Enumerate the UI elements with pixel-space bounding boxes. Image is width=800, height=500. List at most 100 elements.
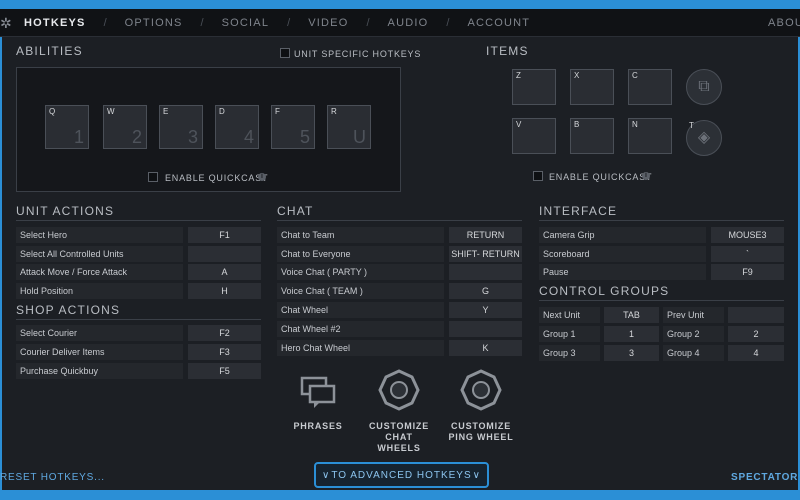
ability-slot-d[interactable]: D 4 bbox=[215, 105, 259, 149]
hotkey-label: Select Courier bbox=[16, 325, 183, 341]
section-divider bbox=[16, 319, 261, 320]
nav-separator: / bbox=[103, 17, 107, 29]
hotkey-binding[interactable] bbox=[728, 307, 784, 323]
reset-hotkeys-link[interactable]: RESET HOTKEYS... bbox=[0, 472, 105, 483]
customize-ping-wheel-button[interactable]: CUSTOMIZE PING WHEEL bbox=[446, 368, 516, 443]
hotkey-binding[interactable]: G bbox=[449, 283, 522, 299]
hotkey-label: Courier Deliver Items bbox=[16, 344, 183, 360]
spectator-link[interactable]: SPECTATOR X bbox=[731, 472, 800, 483]
scroll-icon: ⧉ bbox=[698, 78, 710, 95]
ability-slot-q[interactable]: Q 1 bbox=[45, 105, 89, 149]
hotkey-label: Group 4 bbox=[663, 345, 724, 361]
item-slot-x[interactable]: X bbox=[570, 69, 614, 105]
chevron-down-icon: ∨ bbox=[322, 469, 331, 481]
section-divider bbox=[539, 220, 784, 221]
hotkey-binding[interactable]: F1 bbox=[188, 227, 261, 243]
hotkey-label: Group 1 bbox=[539, 326, 600, 342]
control-group-row: Group 3 3 Group 4 4 bbox=[539, 345, 784, 361]
nav-separator: / bbox=[366, 17, 370, 29]
hotkey-binding[interactable]: 1 bbox=[604, 326, 659, 342]
hotkey-binding[interactable]: F3 bbox=[188, 344, 261, 360]
neutral-item-slot[interactable]: T ◈ bbox=[686, 120, 722, 156]
hotkey-label: Select Hero bbox=[16, 227, 183, 243]
hotkey-label: Select All Controlled Units bbox=[16, 246, 183, 262]
hotkey-row: Chat Wheel #2 bbox=[277, 321, 522, 337]
hotkey-binding[interactable]: 4 bbox=[728, 345, 784, 361]
hotkey-row: Courier Deliver Items F3 bbox=[16, 344, 261, 360]
hotkey-label: Chat Wheel #2 bbox=[277, 321, 444, 337]
hotkey-row: Select Hero F1 bbox=[16, 227, 261, 243]
hotkey-binding[interactable]: RETURN bbox=[449, 227, 522, 243]
ability-slot-f[interactable]: F 5 bbox=[271, 105, 315, 149]
hotkey-row: Hold Position H bbox=[16, 283, 261, 299]
hotkey-row: Chat Wheel Y bbox=[277, 302, 522, 318]
interface-title: INTERFACE bbox=[539, 204, 618, 218]
hotkey-binding[interactable]: F9 bbox=[711, 264, 784, 280]
hotkey-binding[interactable]: Y bbox=[449, 302, 522, 318]
to-advanced-hotkeys-button[interactable]: ∨ TO ADVANCED HOTKEYS ∨ bbox=[314, 462, 489, 488]
hotkey-binding[interactable]: A bbox=[188, 264, 261, 280]
tab-social[interactable]: SOCIAL bbox=[222, 17, 270, 29]
hotkey-binding[interactable] bbox=[449, 321, 522, 337]
hotkey-binding[interactable]: TAB bbox=[604, 307, 659, 323]
ability-slot-r[interactable]: R U bbox=[327, 105, 371, 149]
ability-slot-e[interactable]: E 3 bbox=[159, 105, 203, 149]
ability-slot-w[interactable]: W 2 bbox=[103, 105, 147, 149]
hotkey-binding[interactable]: SHIFT- RETURN bbox=[449, 246, 522, 262]
hotkey-binding[interactable]: ` bbox=[711, 246, 784, 262]
item-slot-b[interactable]: B bbox=[570, 118, 614, 154]
neutral-item-key: T bbox=[689, 121, 694, 130]
items-quickcast-checkbox[interactable] bbox=[533, 171, 543, 181]
tab-options[interactable]: OPTIONS bbox=[125, 17, 183, 29]
abilities-quickcast-checkbox[interactable] bbox=[148, 172, 158, 182]
hotkey-binding[interactable]: K bbox=[449, 340, 522, 356]
tp-scroll-slot[interactable]: ⧉ bbox=[686, 69, 722, 105]
hotkey-binding[interactable]: H bbox=[188, 283, 261, 299]
hotkey-binding[interactable]: F5 bbox=[188, 363, 261, 379]
hotkey-row: Hero Chat Wheel K bbox=[277, 340, 522, 356]
chat-wheel-icon bbox=[378, 369, 420, 411]
item-slot-c[interactable]: C bbox=[628, 69, 672, 105]
hotkey-binding[interactable] bbox=[449, 264, 522, 280]
tab-account[interactable]: ACCOUNT bbox=[467, 17, 530, 29]
hotkey-row: Chat to Team RETURN bbox=[277, 227, 522, 243]
unit-specific-hotkeys-checkbox[interactable] bbox=[280, 48, 290, 58]
info-icon[interactable]: i bbox=[258, 173, 266, 181]
info-icon[interactable]: i bbox=[642, 172, 650, 180]
tab-hotkeys[interactable]: HOTKEYS bbox=[24, 17, 86, 29]
hotkey-binding[interactable]: 3 bbox=[604, 345, 659, 361]
customize-chat-wheels-button[interactable]: CUSTOMIZE CHAT WHEELS bbox=[364, 368, 434, 454]
hotkey-label: Pause bbox=[539, 264, 706, 280]
item-slot-n[interactable]: N bbox=[628, 118, 672, 154]
hotkey-label: Voice Chat ( PARTY ) bbox=[277, 264, 444, 280]
tab-video[interactable]: VIDEO bbox=[308, 17, 348, 29]
control-group-row: Group 1 1 Group 2 2 bbox=[539, 326, 784, 342]
window-frame-top bbox=[0, 0, 800, 9]
item-slot-key: B bbox=[574, 120, 580, 129]
ability-slot-number: 3 bbox=[187, 127, 198, 147]
window-frame-bottom bbox=[0, 490, 800, 500]
item-slot-z[interactable]: Z bbox=[512, 69, 556, 105]
hotkey-binding[interactable]: 2 bbox=[728, 326, 784, 342]
section-divider bbox=[277, 220, 522, 221]
hotkey-row: Select Courier F2 bbox=[16, 325, 261, 341]
hotkey-row: Chat to Everyone SHIFT- RETURN bbox=[277, 246, 522, 262]
hotkey-binding[interactable] bbox=[188, 246, 261, 262]
nav-separator: / bbox=[200, 17, 204, 29]
hotkey-binding[interactable]: MOUSE3 bbox=[711, 227, 784, 243]
item-slot-v[interactable]: V bbox=[512, 118, 556, 154]
tab-audio[interactable]: AUDIO bbox=[388, 17, 429, 29]
hotkey-binding[interactable]: F2 bbox=[188, 325, 261, 341]
item-slot-key: X bbox=[574, 71, 580, 80]
gear-icon[interactable]: ✲ bbox=[0, 15, 14, 31]
hotkey-label: Voice Chat ( TEAM ) bbox=[277, 283, 444, 299]
tab-about[interactable]: ABOU bbox=[768, 17, 800, 29]
ability-slot-number: 5 bbox=[299, 127, 310, 147]
phrases-button[interactable]: PHRASES bbox=[292, 372, 344, 432]
nav-separator: / bbox=[287, 17, 291, 29]
unit-specific-hotkeys-label: UNIT SPECIFIC HOTKEYS bbox=[294, 49, 422, 59]
advanced-hotkeys-label: TO ADVANCED HOTKEYS bbox=[331, 469, 472, 481]
item-slot-key: Z bbox=[516, 71, 521, 80]
hotkey-label: Camera Grip bbox=[539, 227, 706, 243]
abilities-panel: Q 1 W 2 E 3 D 4 F 5 R U ENABLE QUICKCAST… bbox=[16, 67, 401, 192]
